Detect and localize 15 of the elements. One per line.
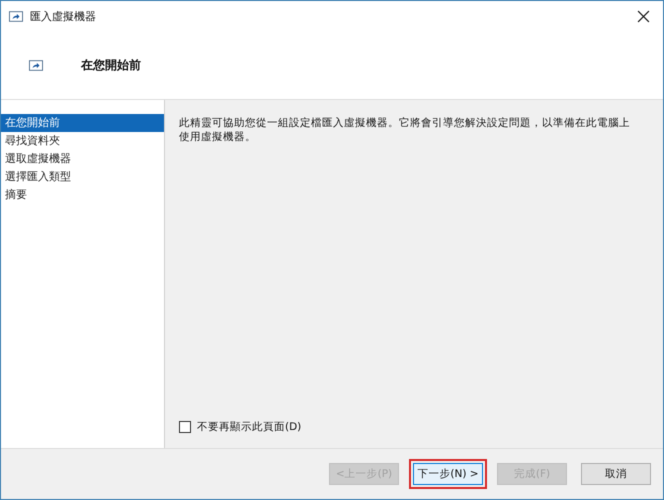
step-item[interactable]: 在您開始前 <box>1 114 164 132</box>
window-title: 匯入虛擬機器 <box>30 8 96 24</box>
page-title: 在您開始前 <box>81 56 141 74</box>
step-item[interactable]: 選取虛擬機器 <box>1 150 164 168</box>
wizard-icon <box>29 60 43 70</box>
step-item[interactable]: 尋找資料夾 <box>1 132 164 150</box>
step-item[interactable]: 摘要 <box>1 186 164 204</box>
checkbox[interactable] <box>179 421 191 433</box>
wizard-button[interactable]: 取消 <box>581 463 651 485</box>
step-item[interactable]: 選擇匯入類型 <box>1 168 164 186</box>
description-text: 此精靈可協助您從一組設定檔匯入虛擬機器。它將會引導您解決設定問題，以準備在此電腦上使用虛擬機器。 <box>179 116 631 145</box>
close-icon <box>636 10 650 22</box>
checkbox-label: 不要再顯示此頁面(D) <box>197 420 302 434</box>
wizard-icon <box>9 10 23 22</box>
wizard-button[interactable]: 下一步(N) > <box>413 463 483 485</box>
